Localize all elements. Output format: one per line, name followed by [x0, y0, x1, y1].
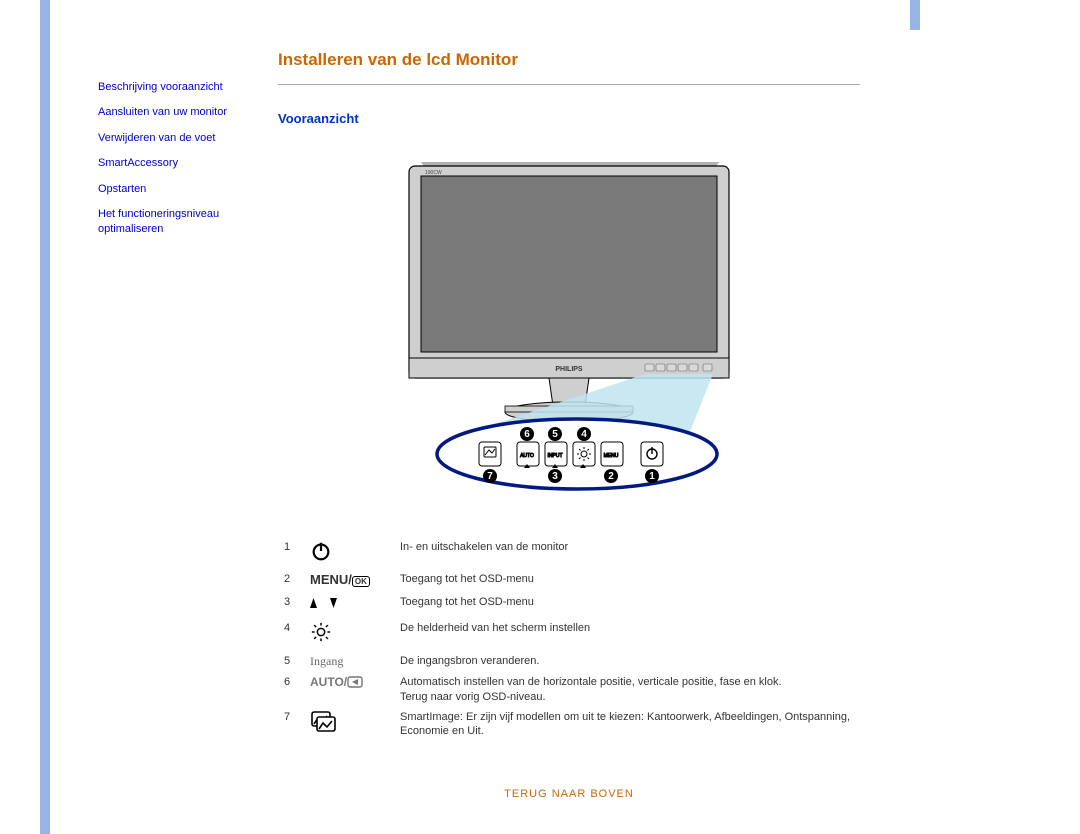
- row-num: 2: [278, 569, 304, 592]
- row-desc: In- en uitschakelen van de monitor: [394, 537, 860, 569]
- svg-text:6: 6: [524, 429, 530, 440]
- svg-text:1: 1: [649, 471, 655, 482]
- controls-table: 1 In- en uitschakelen van de monitor 2 M…: [278, 537, 860, 742]
- left-accent-bar: [40, 0, 50, 834]
- table-row: 2 MENU/OK Toegang tot het OSD-menu: [278, 569, 860, 592]
- svg-text:7: 7: [487, 471, 493, 482]
- row-desc: SmartImage: Er zijn vijf modellen om uit…: [394, 707, 860, 742]
- table-row: 1 In- en uitschakelen van de monitor: [278, 537, 860, 569]
- sidebar-link-optimaliseren[interactable]: Het functioneringsniveau optimaliseren: [98, 207, 278, 238]
- svg-text:MENU: MENU: [604, 453, 619, 459]
- power-icon: [304, 537, 394, 569]
- right-accent-bar: [910, 0, 920, 30]
- svg-text:4: 4: [581, 429, 587, 440]
- row-num: 7: [278, 707, 304, 742]
- table-row: 6 AUTO/ Automatisch instellen van de hor…: [278, 672, 860, 707]
- table-row: 4 De helderheid van het scherm instellen: [278, 618, 860, 650]
- sidebar-link-opstarten[interactable]: Opstarten: [98, 182, 278, 197]
- row-num: 1: [278, 537, 304, 569]
- svg-text:AUTO: AUTO: [520, 453, 534, 459]
- row-desc: Toegang tot het OSD-menu: [394, 569, 860, 592]
- back-to-top-link[interactable]: TERUG NAAR BOVEN: [504, 788, 634, 800]
- table-row: 7 SmartImage: Er zijn vijf modellen om u…: [278, 707, 860, 742]
- row-desc: De ingangsbron veranderen.: [394, 651, 860, 673]
- monitor-illustration: 190CW PHILIPS: [278, 144, 860, 507]
- sidebar-link-smartaccessory[interactable]: SmartAccessory: [98, 156, 278, 171]
- table-row: 3 Toegang tot het OSD-menu: [278, 592, 860, 618]
- updown-icon: [304, 592, 394, 618]
- row-desc: De helderheid van het scherm instellen: [394, 618, 860, 650]
- smartimage-icon: [304, 707, 394, 742]
- sidebar-link-verwijderen[interactable]: Verwijderen van de voet: [98, 131, 278, 146]
- ingang-icon: Ingang: [304, 651, 394, 673]
- sidebar-nav: Beschrijving vooraanzicht Aansluiten van…: [98, 40, 278, 800]
- row-num: 3: [278, 592, 304, 618]
- auto-back-icon: AUTO/: [304, 672, 394, 707]
- svg-text:2: 2: [608, 471, 614, 482]
- brand-label: PHILIPS: [555, 366, 583, 373]
- row-num: 5: [278, 651, 304, 673]
- page-title: Installeren van de lcd Monitor: [278, 50, 860, 70]
- svg-text:5: 5: [552, 429, 558, 440]
- svg-text:INPUT: INPUT: [548, 453, 563, 459]
- row-num: 6: [278, 672, 304, 707]
- row-desc: Automatisch instellen van de horizontale…: [394, 672, 860, 707]
- menu-ok-icon: MENU/OK: [304, 569, 394, 592]
- section-heading: Vooraanzicht: [278, 111, 860, 126]
- back-to-top: TERUG NAAR BOVEN: [278, 788, 860, 800]
- svg-text:3: 3: [552, 471, 558, 482]
- main-content: Installeren van de lcd Monitor Vooraanzi…: [278, 40, 1040, 800]
- sidebar-link-aansluiten[interactable]: Aansluiten van uw monitor: [98, 105, 278, 120]
- model-label: 190CW: [425, 170, 442, 176]
- row-desc: Toegang tot het OSD-menu: [394, 592, 860, 618]
- title-divider: [278, 84, 860, 85]
- table-row: 5 Ingang De ingangsbron veranderen.: [278, 651, 860, 673]
- monitor-svg: 190CW PHILIPS: [389, 144, 749, 504]
- sidebar-link-beschrijving[interactable]: Beschrijving vooraanzicht: [98, 80, 278, 95]
- brightness-icon: [304, 618, 394, 650]
- row-num: 4: [278, 618, 304, 650]
